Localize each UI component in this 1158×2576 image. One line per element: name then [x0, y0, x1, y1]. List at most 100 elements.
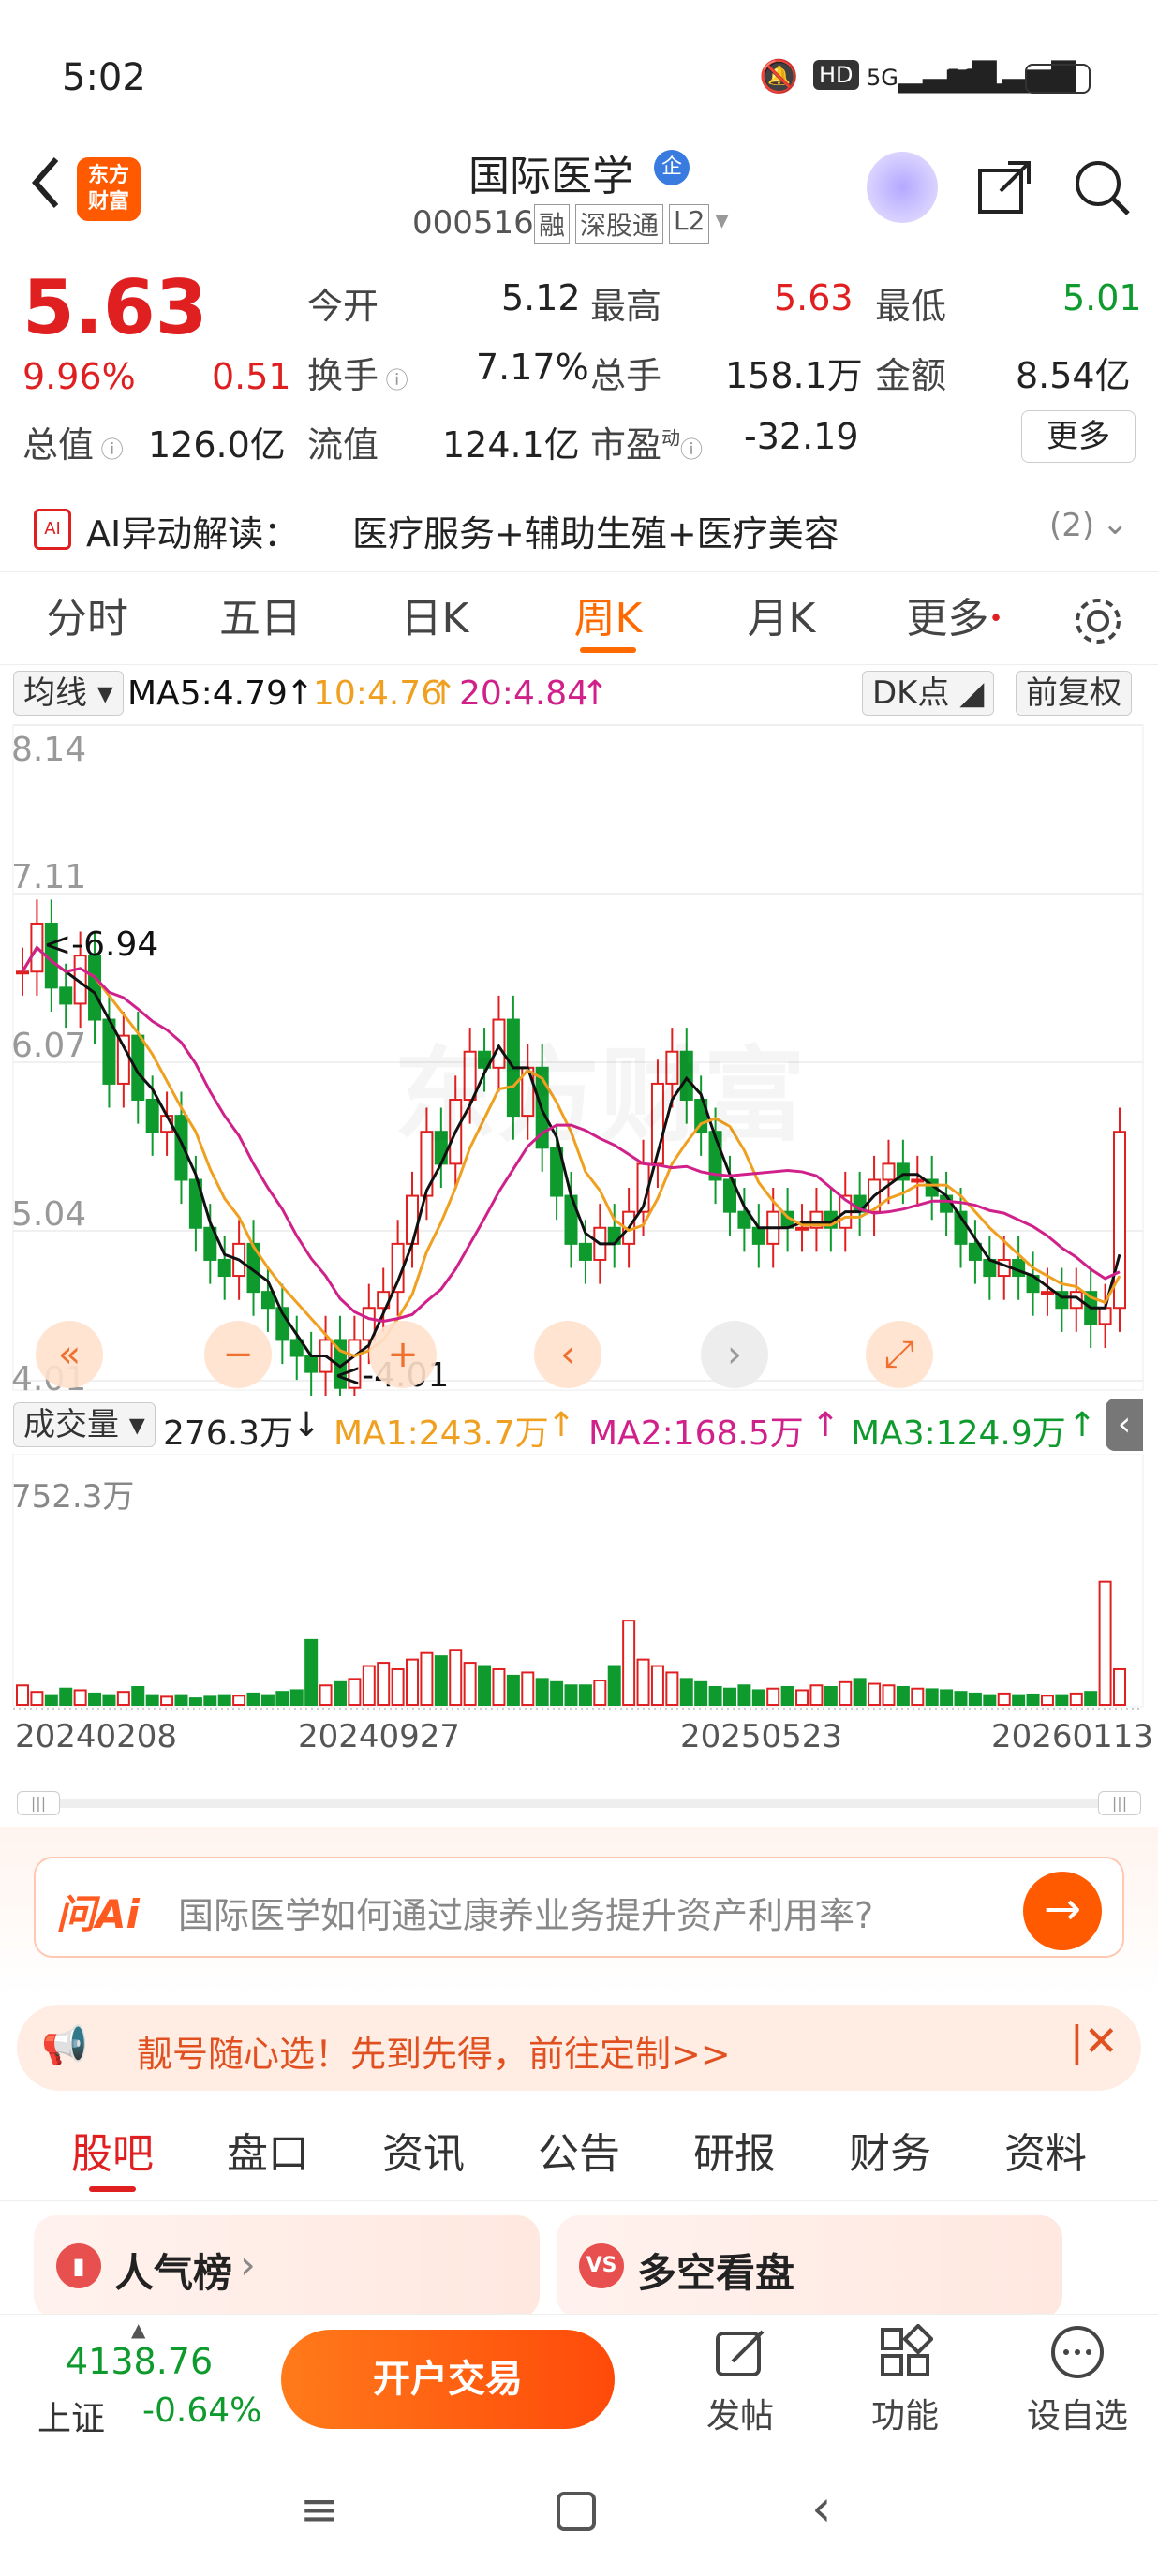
volume-bar [896, 1685, 910, 1706]
low-label: 最低 [875, 286, 947, 327]
arrow-right-icon[interactable]: → [1023, 1872, 1102, 1950]
home-icon[interactable] [557, 2492, 596, 2531]
tab-five-day[interactable]: 五日 [190, 572, 331, 666]
close-icon[interactable]: |✕ [1070, 2018, 1119, 2065]
share-button[interactable] [974, 157, 1034, 221]
zoom-in-button[interactable]: + [369, 1321, 437, 1388]
candle-body [145, 1099, 159, 1133]
volume-indicator-select[interactable]: 成交量 ▾ [13, 1402, 156, 1447]
hd-badge: HD [813, 60, 859, 90]
volume-bar [766, 1687, 780, 1707]
tab-announcements[interactable]: 公告 [513, 2108, 645, 2201]
app-logo[interactable]: 东方 财富 [77, 157, 141, 221]
float-value: 124.1亿 [442, 424, 580, 466]
volume-bar [940, 1689, 954, 1706]
open-account-button[interactable]: 开户交易 [281, 2330, 615, 2429]
volume-bar [102, 1694, 116, 1707]
bottom-toolbar: ▲ 4138.76 上证 -0.64% 开户交易 发帖 功能 设自选 [0, 2314, 1158, 2445]
add-watchlist-button[interactable]: 设自选 [1021, 2324, 1134, 2437]
fullscreen-button[interactable]: ⤢ [866, 1321, 933, 1388]
candle-body [406, 1194, 420, 1245]
volume-bar [983, 1694, 997, 1707]
promo-banner[interactable]: 📢 靓号随心选！先到先得，前往定制>> |✕ [17, 2005, 1141, 2091]
volume-bar [550, 1680, 564, 1707]
ai-insight-row[interactable]: AI AI异动解读： 医疗服务+辅助生殖+医疗美容 (2) ⌄ [0, 492, 1158, 567]
index-value[interactable]: 4138.76 [66, 2341, 213, 2382]
candle-body [911, 1178, 925, 1183]
volume-bar [420, 1651, 434, 1706]
long-short-card[interactable]: VS 多空看盘 [557, 2215, 1062, 2318]
adjust-button[interactable]: 前复权 [1016, 671, 1132, 716]
tab-monthly-k[interactable]: 月K [711, 572, 852, 666]
volume-bar [160, 1695, 174, 1707]
volume-bar [708, 1685, 722, 1706]
ai-robot-icon[interactable] [867, 152, 938, 223]
amount-value: 8.54亿 [1016, 355, 1131, 396]
next-button[interactable]: › [701, 1321, 768, 1388]
zoom-out-button[interactable]: − [204, 1321, 272, 1388]
candle-body [59, 986, 73, 1005]
turnover-label[interactable]: 换手 ⓘ [307, 347, 408, 398]
volume-bar [377, 1662, 391, 1707]
volume-bar [203, 1695, 217, 1707]
tab-intraday[interactable]: 分时 [17, 572, 157, 666]
back-arrow-icon [32, 157, 59, 208]
prev-button[interactable]: ‹ [534, 1321, 601, 1388]
dk-point-button[interactable]: DK点 ◢ [862, 671, 995, 716]
volume-legend-row: 成交量 ▾ 276.3万 ↓ MA1:243.7万 ↑ MA2:168.5万 ↑… [0, 1399, 1158, 1453]
arrow-up-icon: ↑ [547, 1406, 576, 1444]
high-value: 5.63 [774, 277, 854, 318]
candle-body [751, 1226, 765, 1245]
change-pct: 9.96% [22, 356, 136, 397]
tab-weekly-k[interactable]: 周K [538, 572, 678, 666]
chart-scrollbar[interactable]: ||| ||| [17, 1791, 1141, 1815]
chevron-down-icon[interactable]: ▾ [715, 204, 728, 244]
candle-body [116, 1034, 130, 1085]
back-button[interactable] [19, 150, 75, 215]
tab-daily-k[interactable]: 日K [364, 572, 505, 666]
candle-body [217, 1258, 231, 1278]
volume-bar [636, 1658, 650, 1707]
volume-bar [1098, 1580, 1112, 1706]
content-tabs: 股吧 盘口 资讯 公告 研报 财务 资料 [0, 2108, 1158, 2201]
tab-guba[interactable]: 股吧 [47, 2108, 178, 2201]
chart-settings-button[interactable] [1072, 595, 1124, 651]
y-label-max: 8.14 [11, 731, 87, 769]
collapse-panel-button[interactable]: ‹ [1106, 1399, 1143, 1451]
functions-button[interactable]: 功能 [858, 2323, 952, 2437]
tab-pankou[interactable]: 盘口 [202, 2108, 334, 2201]
open-value: 5.12 [501, 277, 581, 318]
volume-bar [16, 1684, 29, 1707]
ma5-value: MA5:4.79 [127, 674, 288, 713]
fast-back-button[interactable]: « [36, 1321, 103, 1388]
menu-icon[interactable]: ≡ [300, 2482, 339, 2537]
tab-news[interactable]: 资讯 [358, 2108, 489, 2201]
ask-ai-box[interactable]: 问Ai 国际医学如何通过康养业务提升资产利用率? → [34, 1857, 1124, 1958]
pe-label[interactable]: 市盈动ⓘ [590, 416, 703, 467]
candle-body [304, 1355, 319, 1373]
arrow-up-icon: ↑ [429, 674, 458, 713]
volume-bar [521, 1671, 535, 1706]
more-button[interactable]: 更多 [1021, 410, 1136, 463]
volume-bar [1084, 1691, 1098, 1706]
stock-name: 国际医学 [468, 153, 633, 200]
tab-more[interactable]: 更多• [884, 572, 1025, 666]
volume-bar [145, 1694, 159, 1707]
volume-bar [217, 1694, 231, 1707]
mcap-label[interactable]: 总值 ⓘ [22, 416, 124, 467]
popularity-card[interactable]: ▮ 人气榜 › [34, 2215, 540, 2318]
volume-bar [1113, 1667, 1126, 1706]
scroll-handle-right[interactable]: ||| [1098, 1791, 1141, 1815]
post-button[interactable]: 发帖 [693, 2324, 787, 2437]
arrow-up-icon: ↑ [811, 1406, 840, 1444]
scroll-handle-left[interactable]: ||| [17, 1791, 60, 1815]
chart-period-tabs: 分时 五日 日K 周K 月K 更多• [0, 571, 1158, 665]
vs-icon: VS [579, 2243, 624, 2288]
tab-research[interactable]: 研报 [669, 2108, 800, 2201]
search-button[interactable] [1072, 157, 1132, 221]
tab-profile[interactable]: 资料 [980, 2108, 1111, 2201]
back-icon[interactable]: ‹ [811, 2479, 832, 2538]
more-dots-icon [1051, 2326, 1104, 2378]
tab-finance[interactable]: 财务 [824, 2108, 956, 2201]
indicator-select[interactable]: 均线 ▾ [13, 671, 124, 716]
